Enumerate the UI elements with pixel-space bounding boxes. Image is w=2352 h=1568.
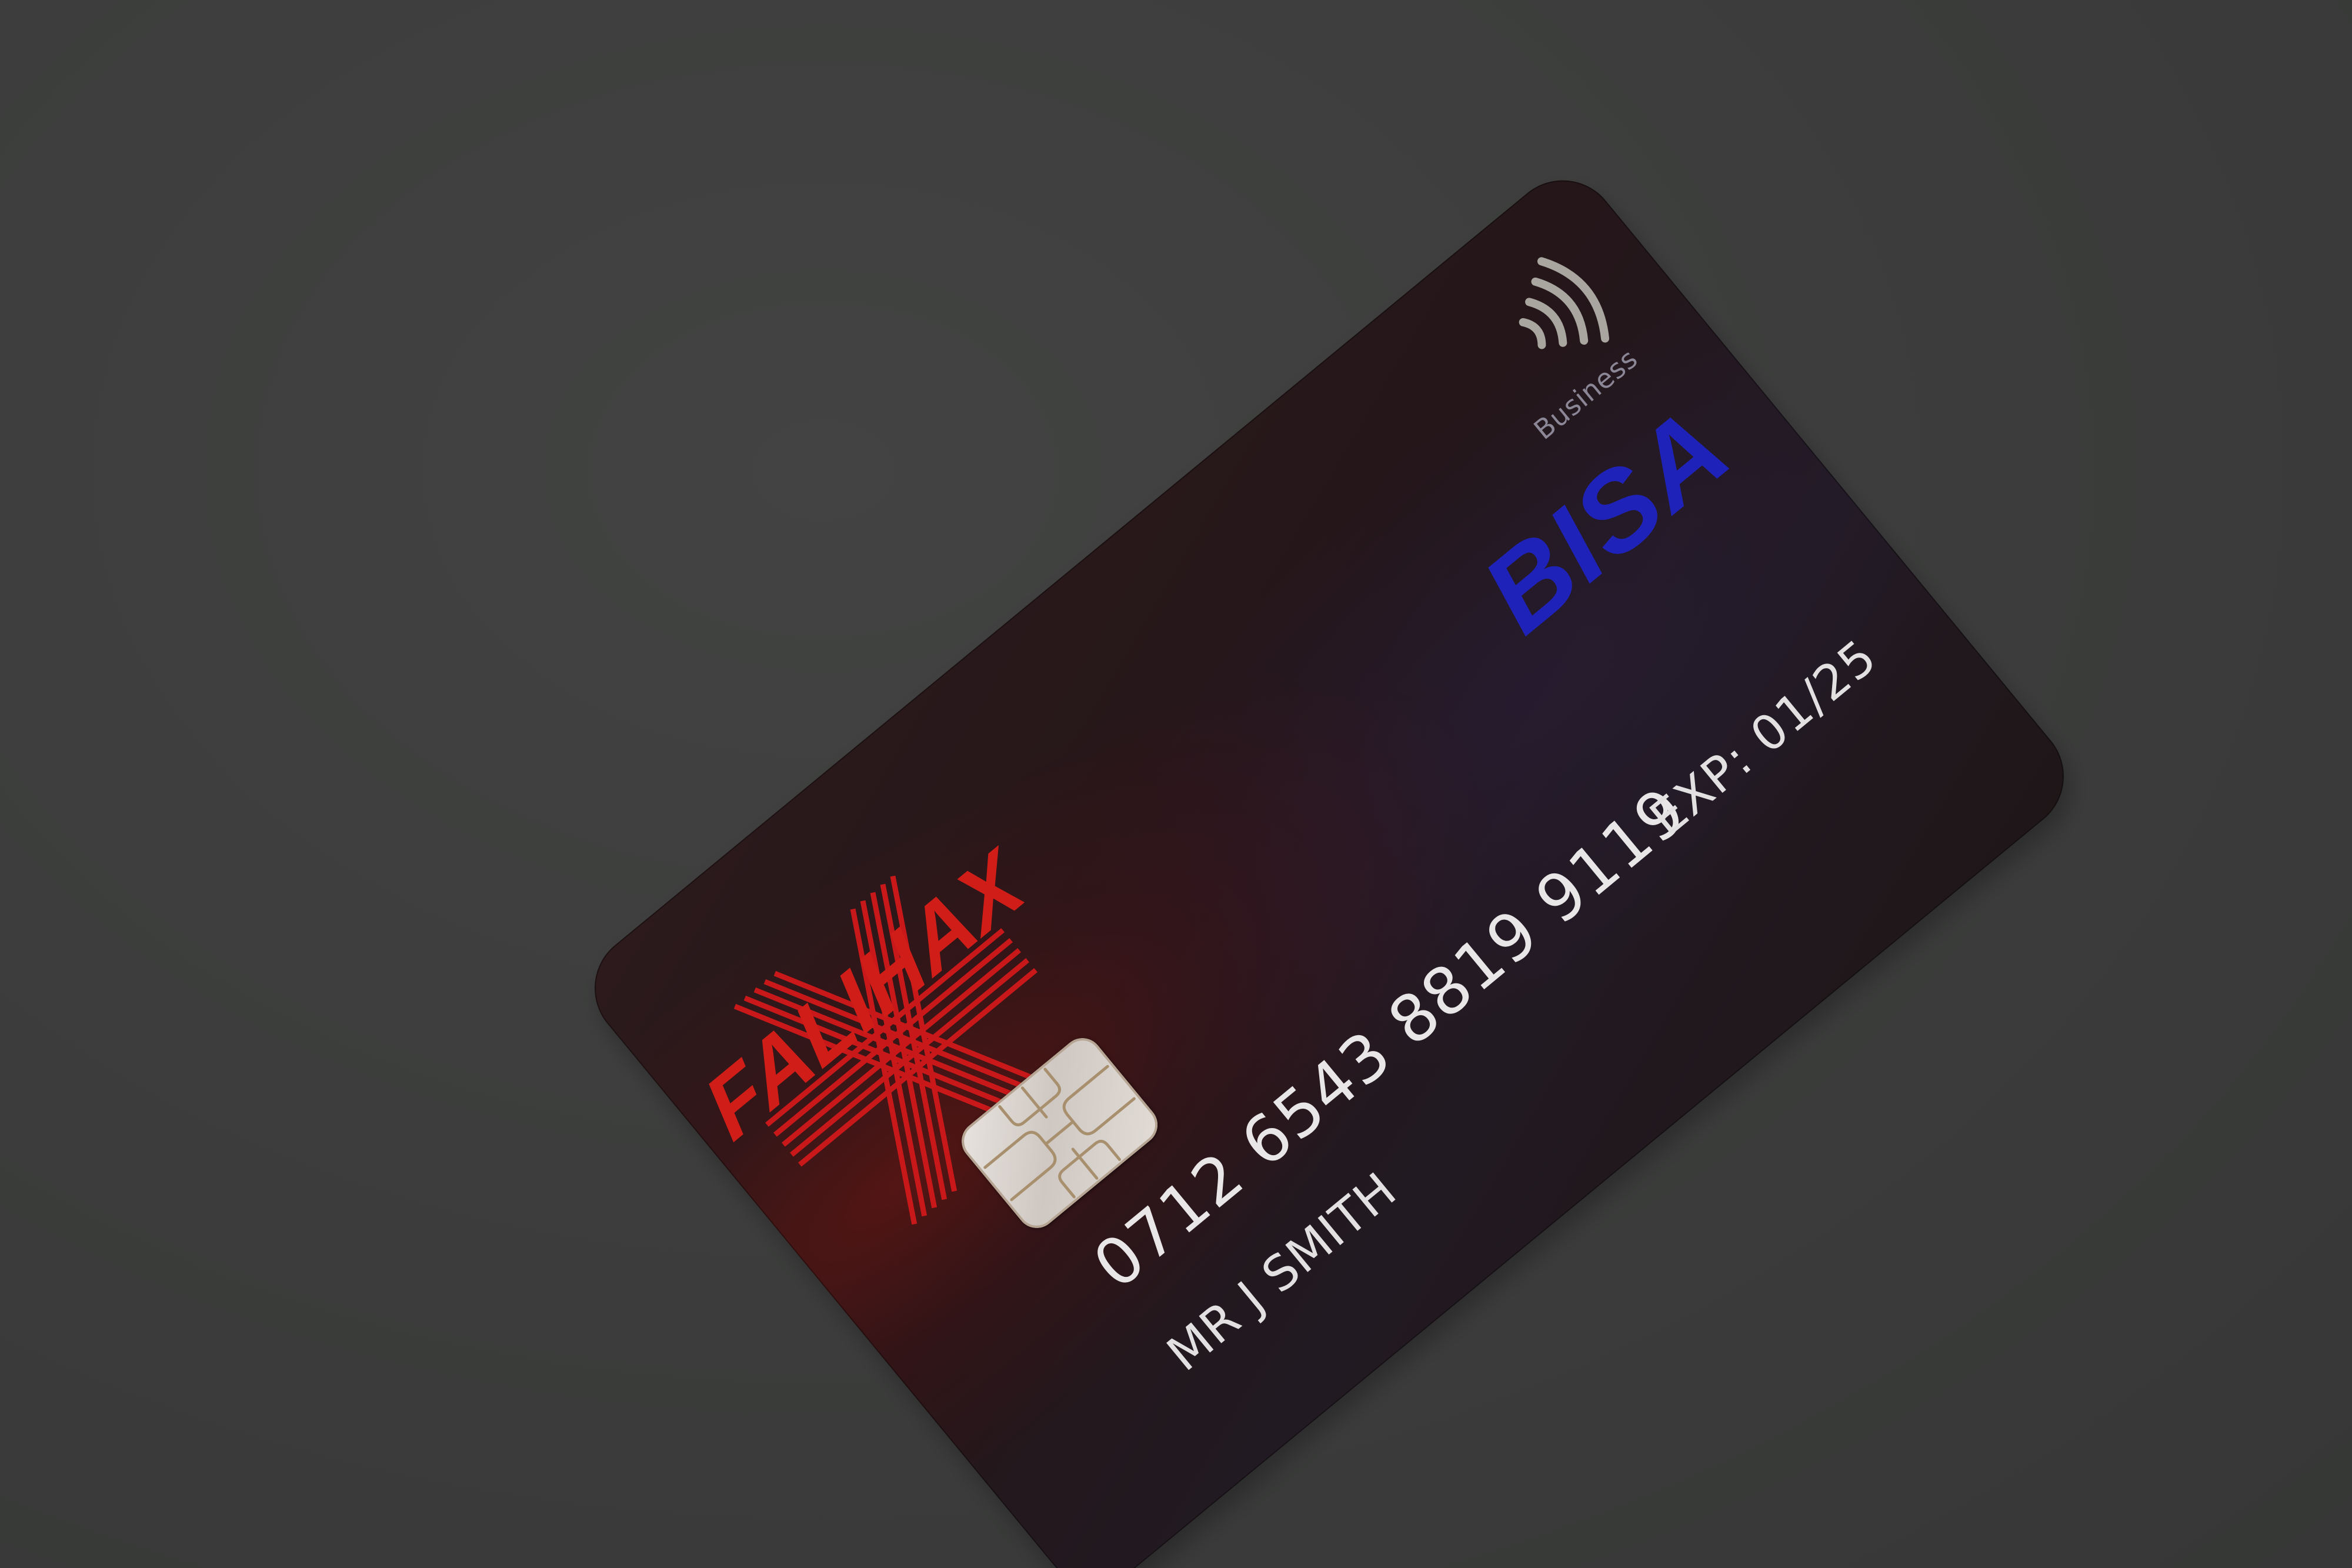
card-network-logo: BISA — [1460, 384, 1753, 656]
card-expiry: EXP: 01/25 — [1640, 629, 1888, 847]
photo-background: FALIHAX Business BISA 0712 6543 8819 911… — [0, 0, 2352, 1568]
card-number: 0712 6543 8819 9119 — [1079, 772, 1701, 1303]
payment-card: FALIHAX Business BISA 0712 6543 8819 911… — [572, 157, 2087, 1568]
